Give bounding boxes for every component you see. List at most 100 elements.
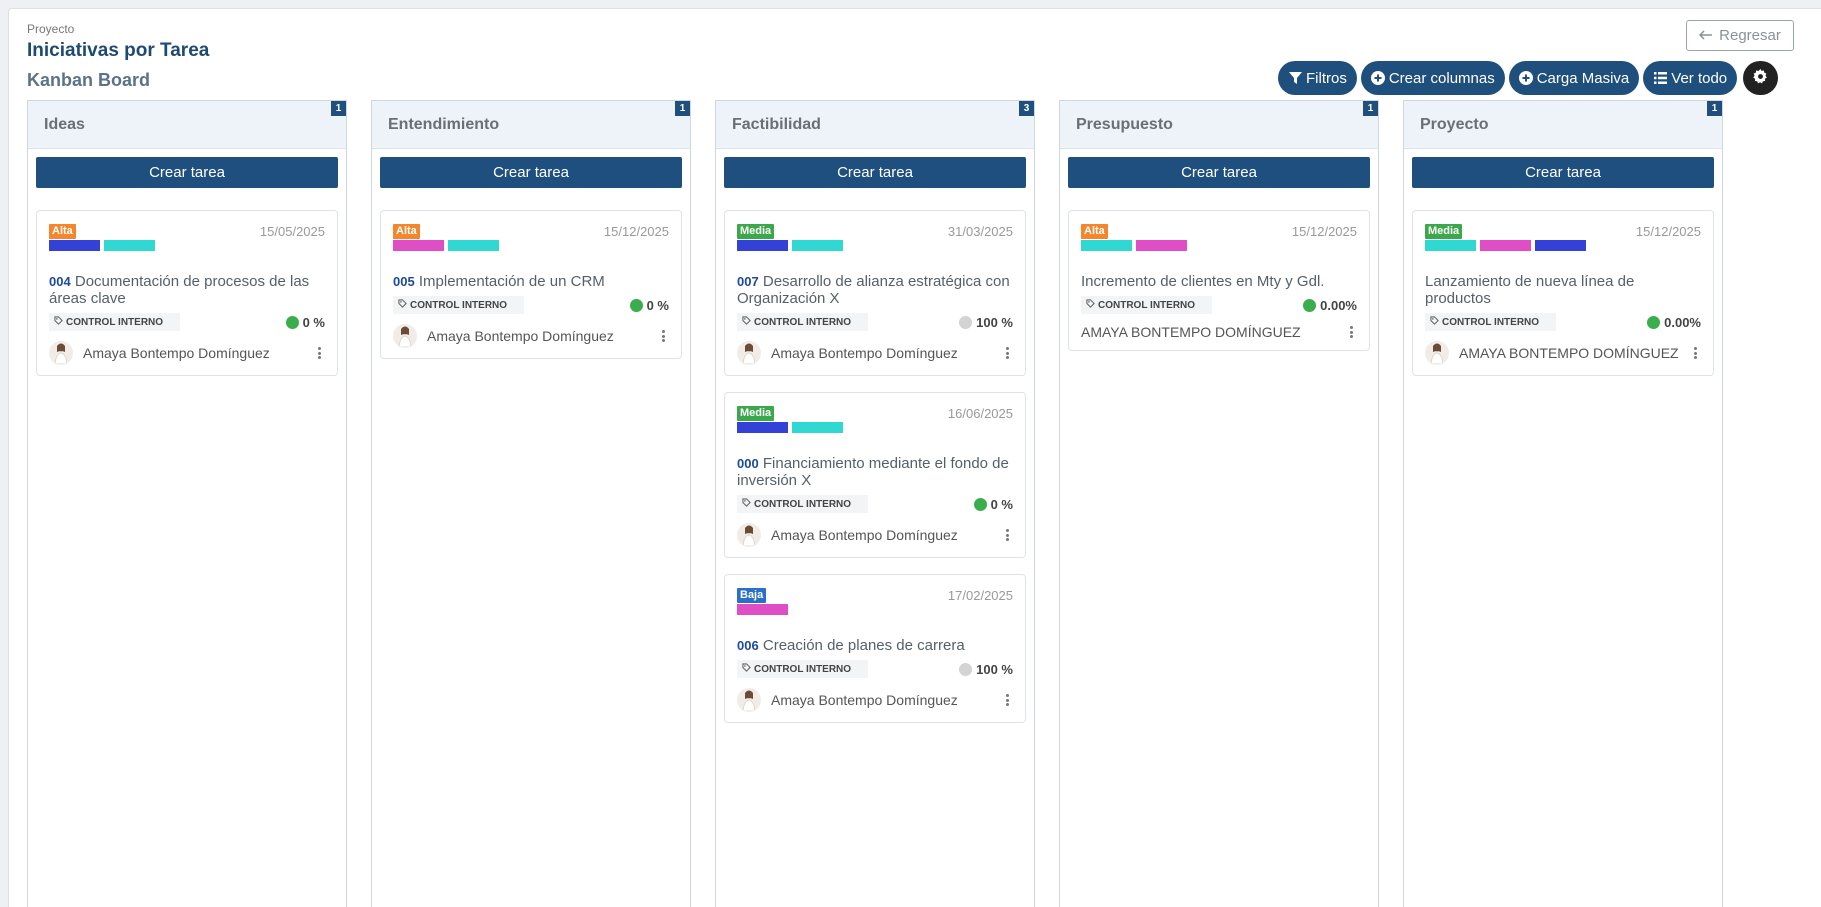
category-label: CONTROL INTERNO <box>1425 313 1556 331</box>
kanban-column-proyecto: Proyecto 1 Crear tarea Media 15/12/2025 … <box>1403 100 1723 907</box>
create-columns-button[interactable]: Crear columnas <box>1360 61 1505 95</box>
settings-button[interactable] <box>1743 61 1779 95</box>
color-tags <box>737 422 1013 433</box>
card-meta-row: CONTROL INTERNO 100 % <box>737 660 1013 678</box>
column-count-badge: 1 <box>1707 101 1722 116</box>
task-title[interactable]: 004 Documentación de procesos de las áre… <box>49 273 325 307</box>
more-options-icon[interactable] <box>1001 345 1013 361</box>
task-card[interactable]: Alta 15/12/2025 Incremento de clientes e… <box>1068 210 1370 351</box>
column-header: Entendimiento <box>372 101 690 149</box>
priority-badge: Media <box>737 406 775 421</box>
owner-name: Amaya Bontempo Domínguez <box>771 345 958 361</box>
create-task-button[interactable]: Crear tarea <box>724 157 1026 188</box>
task-title[interactable]: Lanzamiento de nueva línea de productos <box>1425 273 1701 307</box>
create-columns-label: Crear columnas <box>1388 69 1495 87</box>
tag-icon <box>54 316 63 328</box>
view-all-label: Ver todo <box>1671 69 1728 87</box>
column-header: Presupuesto <box>1060 101 1378 149</box>
column-cards: Alta 15/12/2025 Incremento de clientes e… <box>1060 210 1378 351</box>
card-top-row: Media 16/06/2025 <box>737 406 1013 421</box>
more-options-icon[interactable] <box>313 345 325 361</box>
due-date: 15/12/2025 <box>1291 224 1357 239</box>
owner: Amaya Bontempo Domínguez <box>393 324 614 348</box>
tag-icon <box>742 498 751 510</box>
priority-badge: Media <box>737 224 775 239</box>
priority-badge: Baja <box>737 588 767 603</box>
color-tags <box>1425 240 1701 251</box>
progress-value: 0.00% <box>1320 297 1357 313</box>
avatar <box>49 341 73 365</box>
kanban-board: Ideas 1 Crear tarea Alta 15/05/2025 004 … <box>27 100 1723 907</box>
create-task-button[interactable]: Crear tarea <box>36 157 338 188</box>
gear-icon <box>1753 69 1768 87</box>
create-task-button[interactable]: Crear tarea <box>1068 157 1370 188</box>
progress-indicator: 0.00% <box>1647 315 1701 330</box>
card-meta-row: CONTROL INTERNO 0 % <box>49 313 325 331</box>
color-tag <box>792 240 843 251</box>
category-label: CONTROL INTERNO <box>393 296 524 314</box>
progress-indicator: 100 % <box>959 662 1013 677</box>
task-title-text: Incremento de clientes en Mty y Gdl. <box>1081 273 1325 290</box>
column-title: Factibilidad <box>732 115 821 133</box>
more-options-icon[interactable] <box>1345 324 1357 340</box>
task-card[interactable]: Alta 15/12/2025 005 Implementación de un… <box>380 210 682 359</box>
task-card[interactable]: Media 16/06/2025 000 Financiamiento medi… <box>724 392 1026 558</box>
bulk-load-label: Carga Masiva <box>1536 69 1630 87</box>
task-card[interactable]: Baja 17/02/2025 006 Creación de planes d… <box>724 574 1026 723</box>
create-task-button[interactable]: Crear tarea <box>380 157 682 188</box>
more-options-icon[interactable] <box>657 328 669 344</box>
color-tag <box>104 240 155 251</box>
column-header: Ideas <box>28 101 346 149</box>
task-number: 007 <box>737 274 759 289</box>
bulk-load-button[interactable]: Carga Masiva <box>1508 61 1640 95</box>
column-cards: Alta 15/05/2025 004 Documentación de pro… <box>28 210 346 376</box>
owner: Amaya Bontempo Domínguez <box>49 341 270 365</box>
task-card[interactable]: Alta 15/05/2025 004 Documentación de pro… <box>36 210 338 376</box>
task-title[interactable]: 005 Implementación de un CRM <box>393 273 669 290</box>
priority-badge: Alta <box>1081 224 1108 239</box>
back-button-label: Regresar <box>1719 27 1781 44</box>
owner: AMAYA BONTEMPO DOMÍNGUEZ <box>1081 324 1301 340</box>
progress-status-dot <box>973 497 987 511</box>
avatar <box>737 341 761 365</box>
task-title[interactable]: Incremento de clientes en Mty y Gdl. <box>1081 273 1357 290</box>
filters-button[interactable]: Filtros <box>1278 61 1357 95</box>
task-title[interactable]: 007 Desarrollo de alianza estratégica co… <box>737 273 1013 307</box>
owner-name: Amaya Bontempo Domínguez <box>427 328 614 344</box>
color-tag <box>1081 240 1132 251</box>
column-cards: Media 31/03/2025 007 Desarrollo de alian… <box>716 210 1034 723</box>
column-title: Entendimiento <box>388 115 500 133</box>
create-task-button[interactable]: Crear tarea <box>1412 157 1714 188</box>
owner: Amaya Bontempo Domínguez <box>737 341 958 365</box>
owner: AMAYA BONTEMPO DOMÍNGUEZ <box>1425 341 1679 365</box>
due-date: 15/12/2025 <box>1635 224 1701 239</box>
column-count-badge: 1 <box>675 101 690 116</box>
color-tags <box>737 604 1013 615</box>
due-date: 15/05/2025 <box>259 224 325 239</box>
task-title[interactable]: 006 Creación de planes de carrera <box>737 637 1013 654</box>
more-options-icon[interactable] <box>1689 345 1701 361</box>
priority-badge: Media <box>1425 224 1463 239</box>
owner-name: Amaya Bontempo Domínguez <box>771 692 958 708</box>
avatar <box>393 324 417 348</box>
color-tag <box>1136 240 1187 251</box>
task-card[interactable]: Media 15/12/2025 Lanzamiento de nueva lí… <box>1412 210 1714 376</box>
view-all-button[interactable]: Ver todo <box>1643 61 1738 95</box>
color-tags <box>1081 240 1357 251</box>
task-title[interactable]: 000 Financiamiento mediante el fondo de … <box>737 455 1013 489</box>
owner-row: AMAYA BONTEMPO DOMÍNGUEZ <box>1425 341 1701 365</box>
column-title: Ideas <box>44 115 85 133</box>
task-number: 005 <box>393 274 415 289</box>
owner-row: Amaya Bontempo Domínguez <box>737 341 1013 365</box>
task-number: 000 <box>737 456 759 471</box>
kanban-column-presupuesto: Presupuesto 1 Crear tarea Alta 15/12/202… <box>1059 100 1379 907</box>
task-number: 006 <box>737 638 759 653</box>
tag-icon <box>1430 316 1439 328</box>
breadcrumb: Proyecto <box>27 22 75 36</box>
color-tag <box>737 422 788 433</box>
tag-icon <box>1086 299 1095 311</box>
more-options-icon[interactable] <box>1001 692 1013 708</box>
more-options-icon[interactable] <box>1001 527 1013 543</box>
back-button[interactable]: Regresar <box>1686 20 1794 51</box>
task-card[interactable]: Media 31/03/2025 007 Desarrollo de alian… <box>724 210 1026 376</box>
